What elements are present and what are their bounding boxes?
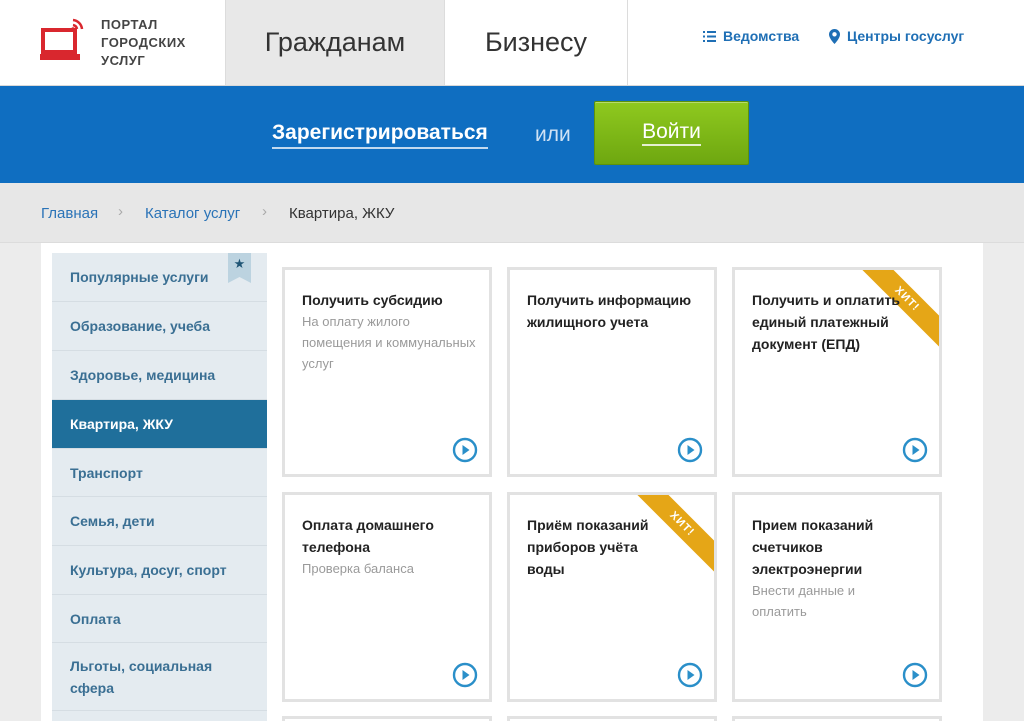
play-icon[interactable] (902, 662, 928, 688)
card-description: На оплату жилого помещения и коммунальны… (302, 314, 476, 371)
laptop-signal-icon (40, 18, 84, 60)
sidebar-item-education[interactable]: Образование, учеба (52, 302, 267, 351)
card-title: Оплата домашнего телефона Проверка балан… (302, 514, 482, 579)
departments-link[interactable]: Ведомства (703, 28, 799, 44)
category-sidebar: Популярные услуги Образование, учеба Здо… (52, 253, 267, 721)
breadcrumb-home[interactable]: Главная (41, 205, 98, 222)
service-card-phone[interactable]: Оплата домашнего телефона Проверка балан… (282, 492, 492, 702)
card-title: Прием показаний счетчиков электроэнергии… (752, 514, 902, 622)
card-title: Получить и оплатить единый платежный док… (752, 289, 922, 355)
sidebar-item-next[interactable] (52, 711, 267, 721)
service-centers-link[interactable]: Центры госуслуг (829, 28, 964, 44)
auth-bar (0, 86, 1024, 183)
logo-line: Портал (101, 17, 158, 32)
service-card-electricity[interactable]: Прием показаний счетчиков электроэнергии… (732, 492, 942, 702)
card-title: Получить субсидию На оплату жилого помещ… (302, 289, 482, 374)
card-title-text: Получить информацию жилищного учета (527, 292, 692, 330)
play-icon[interactable] (902, 437, 928, 463)
service-card-housing-info[interactable]: Получить информацию жилищного учета (507, 267, 717, 477)
breadcrumb-separator: › (118, 203, 123, 220)
service-card-subsidy[interactable]: Получить субсидию На оплату жилого помещ… (282, 267, 492, 477)
login-button[interactable]: Войти (594, 101, 749, 165)
service-card-partial[interactable] (282, 716, 492, 721)
portal-logo[interactable]: Портал городских услуг (40, 14, 220, 70)
site-header: Портал городских услуг Гражданам Бизнесу… (0, 0, 1024, 86)
breadcrumb: Главная › Каталог услуг › Квартира, ЖКУ (0, 183, 1024, 243)
logo-text: Портал городских услуг (101, 16, 186, 70)
service-card-partial[interactable] (507, 716, 717, 721)
sidebar-item-transport[interactable]: Транспорт (52, 449, 267, 497)
card-title: Приём показаний приборов учёта воды (527, 514, 677, 580)
play-icon[interactable] (677, 437, 703, 463)
logo-line: услуг (101, 53, 146, 68)
sidebar-item-benefits[interactable]: Льготы, социальная сфера (52, 643, 267, 711)
service-card-epd[interactable]: ХИТ! Получить и оплатить единый платежны… (732, 267, 942, 477)
tab-citizens[interactable]: Гражданам (225, 0, 445, 85)
card-title: Получить информацию жилищного учета (527, 289, 707, 333)
login-button-label: Войти (642, 120, 701, 146)
sidebar-item-payment[interactable]: Оплата (52, 595, 267, 643)
card-title-text: Прием показаний счетчиков электроэнергии (752, 517, 874, 577)
play-icon[interactable] (452, 437, 478, 463)
or-text: или (535, 123, 571, 146)
register-link[interactable]: Зарегистрироваться (272, 121, 488, 149)
play-icon[interactable] (452, 662, 478, 688)
breadcrumb-separator: › (262, 203, 267, 220)
tab-business[interactable]: Бизнесу (445, 0, 628, 85)
card-description: Проверка баланса (302, 561, 414, 576)
location-pin-icon (829, 28, 840, 44)
card-title-text: Получить субсидию (302, 292, 443, 308)
service-card-partial[interactable] (732, 716, 942, 721)
play-icon[interactable] (677, 662, 703, 688)
departments-label: Ведомства (723, 28, 800, 44)
card-title-text: Оплата домашнего телефона (302, 517, 434, 555)
breadcrumb-catalog[interactable]: Каталог услуг (145, 205, 240, 222)
sidebar-item-health[interactable]: Здоровье, медицина (52, 351, 267, 400)
service-card-water-meters[interactable]: ХИТ! Приём показаний приборов учёта воды (507, 492, 717, 702)
sidebar-item-family[interactable]: Семья, дети (52, 497, 267, 546)
list-icon (703, 30, 716, 42)
breadcrumb-current: Квартира, ЖКУ (289, 205, 395, 222)
service-centers-label: Центры госуслуг (847, 28, 965, 44)
logo-line: городских (101, 35, 186, 50)
sidebar-item-housing[interactable]: Квартира, ЖКУ (52, 400, 267, 449)
sidebar-item-culture[interactable]: Культура, досуг, спорт (52, 546, 267, 595)
card-title-text: Получить и оплатить единый платежный док… (752, 292, 900, 352)
card-description: Внести данные и оплатить (752, 583, 856, 619)
card-title-text: Приём показаний приборов учёта воды (527, 517, 649, 577)
